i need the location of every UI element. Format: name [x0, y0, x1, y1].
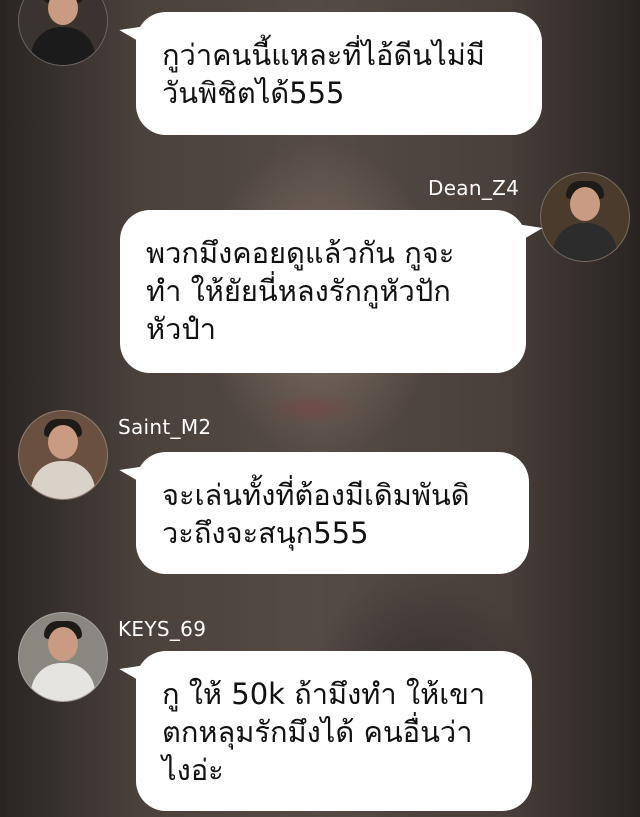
avatar-face: [48, 0, 78, 25]
avatar-face: [570, 187, 600, 221]
avatar-sender-1[interactable]: [18, 0, 108, 66]
avatar-face: [48, 425, 78, 459]
message-bubble-3[interactable]: จะเล่นทั้งที่ต้องมีเดิมพันดิ วะถึงจะสนุก…: [136, 452, 529, 574]
message-bubble-4[interactable]: กู ให้ 50k ถ้ามึงทำ ให้เขา ตกหลุมรักมึงไ…: [136, 651, 532, 811]
avatar-saint-m2[interactable]: [18, 410, 108, 500]
avatar-shirt: [553, 223, 617, 261]
avatar-shirt: [31, 663, 95, 701]
avatar-face: [48, 627, 78, 661]
sender-name: KEYS_69: [118, 617, 207, 641]
avatar-dean-z4[interactable]: [540, 172, 630, 262]
message-bubble-2[interactable]: พวกมึงคอยดูแล้วกัน กูจะ ทำ ให้ยัยนี่หลงร…: [120, 210, 526, 373]
avatar-shirt: [31, 461, 95, 499]
avatar-keys-69[interactable]: [18, 612, 108, 702]
sender-name: Saint_M2: [118, 415, 212, 439]
sender-name: Dean_Z4: [428, 176, 520, 200]
message-bubble-1[interactable]: กูว่าคนนี้แหละที่ไอ้ดีนไม่มี วันพิชิตได้…: [136, 12, 542, 135]
avatar-shirt: [31, 27, 95, 65]
